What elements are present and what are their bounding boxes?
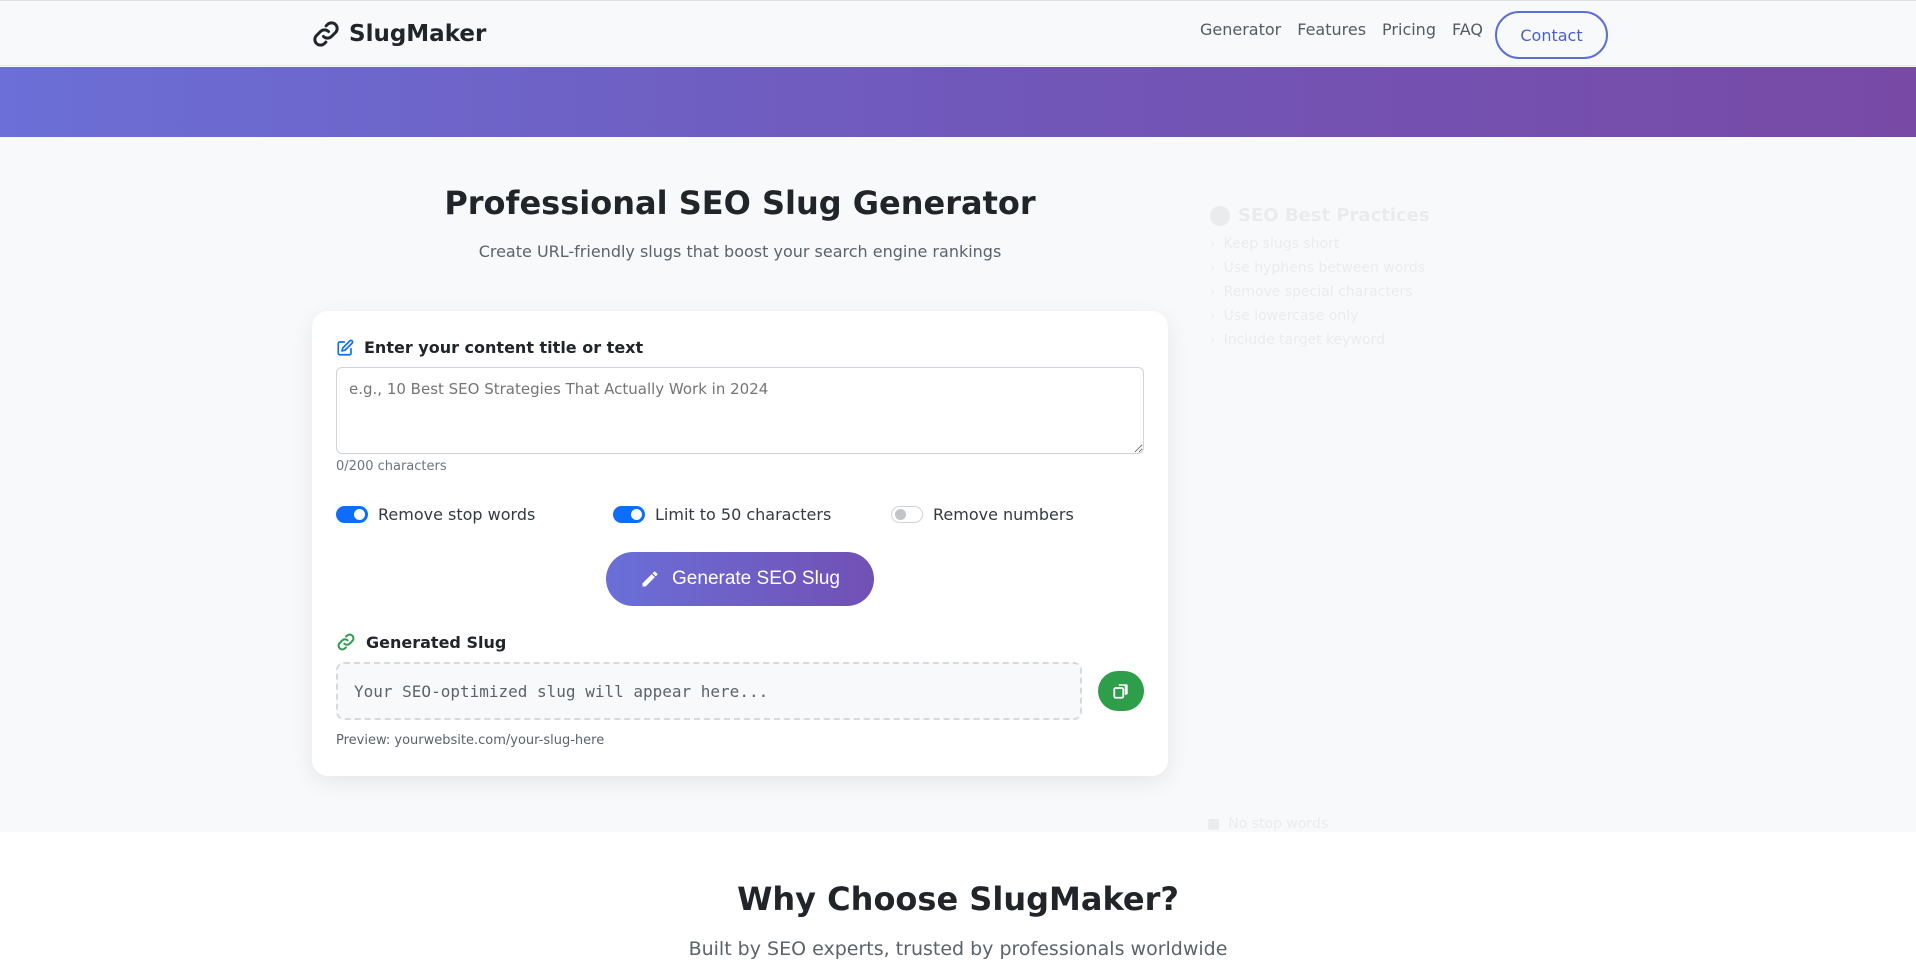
sidebar-item-text: Use lowercase only [1223, 308, 1359, 324]
sidebar-item-text: Remove special characters [1223, 284, 1413, 300]
option-limit-characters[interactable]: Limit to 50 characters [613, 505, 831, 524]
sidebar-bottom-note: ■ No stop words [1207, 816, 1328, 832]
sidebar-item: › Use hyphens between words [1210, 256, 1430, 280]
hero-banner [0, 67, 1916, 137]
option-remove-stop-words[interactable]: Remove stop words [336, 505, 535, 524]
sidebar-bottom-text: No stop words [1228, 816, 1329, 832]
nav-link-generator[interactable]: Generator [1200, 20, 1281, 39]
chevron-right-icon: › [1210, 332, 1216, 348]
content-title-input[interactable] [336, 367, 1144, 454]
sidebar-title-text: SEO Best Practices [1238, 205, 1430, 226]
seo-tips-sidebar: SEO Best Practices › Keep slugs short › Us… [1210, 205, 1430, 352]
slug-preview: Preview: yourwebsite.com/your-slug-here [336, 733, 605, 748]
bullet-icon: ■ [1207, 816, 1221, 832]
copy-button[interactable] [1098, 671, 1144, 711]
sidebar-item: › Keep slugs short [1210, 232, 1430, 256]
page-subtitle: Create URL-friendly slugs that boost you… [478, 242, 1002, 261]
generate-slug-button[interactable]: Generate SEO Slug [606, 552, 874, 606]
contact-button[interactable]: Contact [1495, 11, 1608, 59]
generated-slug-label: Generated Slug [336, 632, 506, 652]
generated-slug-label-text: Generated Slug [366, 632, 507, 652]
character-count: 0/200 characters [336, 459, 447, 474]
toggle-switch-on[interactable] [336, 506, 368, 523]
sidebar-item-text: Keep slugs short [1223, 236, 1340, 252]
why-title: Why Choose SlugMaker? [737, 880, 1179, 918]
generate-button-label: Generate SEO Slug [672, 568, 840, 589]
option-label: Remove stop words [378, 505, 536, 524]
slug-output-field[interactable]: Your SEO-optimized slug will appear here… [336, 662, 1082, 720]
option-label: Limit to 50 characters [655, 505, 832, 524]
sidebar-item-text: Use hyphens between words [1223, 260, 1426, 276]
chevron-right-icon: › [1210, 308, 1216, 324]
nav-link-features[interactable]: Features [1297, 20, 1366, 39]
copy-icon [1113, 684, 1128, 699]
brand-logo[interactable]: SlugMaker [311, 19, 486, 49]
why-subtitle: Built by SEO experts, trusted by profess… [688, 938, 1228, 960]
option-label: Remove numbers [933, 505, 1074, 524]
edit-icon [337, 339, 354, 356]
sidebar-item-text: Include target keyword [1223, 332, 1385, 348]
link-icon [313, 21, 339, 47]
chevron-right-icon: › [1210, 260, 1216, 276]
options-row: Remove stop words Limit to 50 characters… [336, 505, 1144, 529]
nav-link-faq[interactable]: FAQ [1452, 20, 1483, 39]
sidebar-item: › Include target keyword [1210, 328, 1430, 352]
input-label: Enter your content title or text [336, 338, 643, 357]
nav-links: Generator Features Pricing FAQ [1200, 20, 1483, 39]
input-label-text: Enter your content title or text [364, 338, 644, 357]
toggle-switch-on[interactable] [613, 506, 645, 523]
sidebar-item: › Remove special characters [1210, 280, 1430, 304]
link-icon [337, 633, 355, 651]
chevron-right-icon: › [1210, 236, 1216, 252]
page-title: Professional SEO Slug Generator [444, 184, 1036, 222]
navbar: SlugMaker Generator Features Pricing FAQ… [0, 0, 1916, 66]
toggle-switch-off[interactable] [891, 506, 923, 523]
sidebar-item: › Use lowercase only [1210, 304, 1430, 328]
sidebar-title: SEO Best Practices [1210, 205, 1430, 226]
option-remove-numbers[interactable]: Remove numbers [891, 505, 1074, 524]
nav-link-pricing[interactable]: Pricing [1382, 20, 1436, 39]
check-circle-icon [1210, 205, 1230, 226]
pencil-icon [642, 571, 658, 587]
chevron-right-icon: › [1210, 284, 1216, 300]
generator-card: Enter your content title or text 0/200 c… [312, 311, 1168, 776]
brand-name: SlugMaker [349, 21, 487, 47]
